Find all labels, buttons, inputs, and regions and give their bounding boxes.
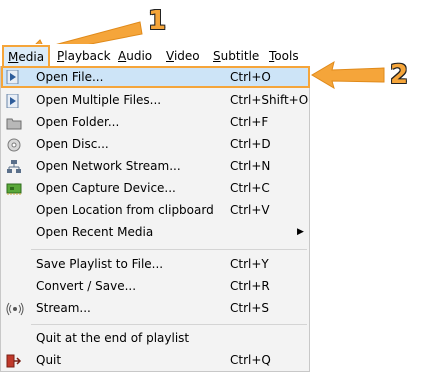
menu-item-shortcut: Ctrl+V: [230, 203, 270, 217]
menu-item-shortcut: Ctrl+Y: [230, 257, 269, 271]
menu-item-quit-end-of-playlist[interactable]: Quit at the end of playlist: [1, 327, 310, 349]
callout-number-1: 1: [148, 6, 167, 36]
menu-item-open-disc[interactable]: Open Disc... Ctrl+D: [1, 133, 310, 155]
disc-icon: [6, 137, 22, 152]
menu-item-label: Quit at the end of playlist: [36, 331, 190, 345]
menu-item-label: Open Multiple Files...: [36, 93, 162, 107]
menu-playback[interactable]: Playback: [57, 48, 111, 64]
network-icon: [6, 159, 22, 173]
menu-item-shortcut: Ctrl+Q: [230, 353, 271, 367]
menu-item-shortcut: Ctrl+F: [230, 115, 269, 129]
folder-icon: [6, 115, 22, 130]
menu-subtitle[interactable]: Subtitle: [213, 48, 259, 64]
menu-item-shortcut: Ctrl+N: [230, 159, 271, 173]
menu-item-open-capture-device[interactable]: Open Capture Device... Ctrl+C: [1, 177, 310, 199]
menu-item-label: Quit: [36, 353, 62, 367]
menu-item-label: Save Playlist to File...: [36, 257, 164, 271]
menu-item-open-file[interactable]: Open File... Ctrl+O: [1, 66, 310, 88]
menu-item-label: Open Recent Media: [36, 225, 154, 239]
menu-item-quit[interactable]: Quit Ctrl+Q: [1, 349, 310, 371]
menu-item-label: Convert / Save...: [36, 279, 137, 293]
stream-icon: [6, 301, 24, 316]
menu-item-open-folder[interactable]: Open Folder... Ctrl+F: [1, 111, 310, 133]
menu-item-label: Open Capture Device...: [36, 181, 176, 195]
menu-item-save-playlist[interactable]: Save Playlist to File... Ctrl+Y: [1, 253, 310, 275]
submenu-arrow-icon: ▶: [297, 227, 304, 237]
menu-separator: [31, 324, 307, 325]
menu-item-shortcut: Ctrl+O: [230, 70, 271, 84]
menu-bar: Media Playback Audio Video Subtitle Tool…: [0, 44, 312, 69]
menu-item-open-recent-media[interactable]: Open Recent Media ▶: [1, 221, 310, 243]
menu-item-convert-save[interactable]: Convert / Save... Ctrl+R: [1, 275, 310, 297]
media-dropdown-menu: Open File... Ctrl+O Open Multiple Files.…: [0, 66, 310, 372]
menu-item-stream[interactable]: Stream... Ctrl+S: [1, 297, 310, 319]
menu-item-open-multiple-files[interactable]: Open Multiple Files... Ctrl+Shift+O: [1, 89, 310, 111]
menu-item-shortcut: Ctrl+C: [230, 181, 270, 195]
menu-item-label: Open Location from clipboard: [36, 203, 214, 217]
callout-number-2: 2: [390, 60, 409, 90]
menu-audio[interactable]: Audio: [118, 48, 152, 64]
menu-item-open-network-stream[interactable]: Open Network Stream... Ctrl+N: [1, 155, 310, 177]
callout-arrow-2: [311, 60, 385, 90]
menu-item-shortcut: Ctrl+Shift+O: [230, 93, 309, 107]
capture-card-icon: [6, 181, 22, 195]
menu-tools[interactable]: Tools: [269, 48, 299, 64]
play-file-icon: [6, 93, 22, 109]
menu-item-label: Open Disc...: [36, 137, 109, 151]
menu-item-open-location-from-clipboard[interactable]: Open Location from clipboard Ctrl+V: [1, 199, 310, 221]
menu-item-label: Open Network Stream...: [36, 159, 181, 173]
menu-item-label: Stream...: [36, 301, 91, 315]
quit-icon: [6, 353, 22, 368]
menu-item-label: Open Folder...: [36, 115, 120, 129]
menu-separator: [31, 249, 307, 250]
menu-item-shortcut: Ctrl+S: [230, 301, 270, 315]
menu-item-label: Open File...: [36, 70, 104, 84]
play-file-icon: [6, 69, 22, 85]
menu-item-shortcut: Ctrl+R: [230, 279, 270, 293]
menu-item-shortcut: Ctrl+D: [230, 137, 271, 151]
menu-video[interactable]: Video: [166, 48, 200, 64]
